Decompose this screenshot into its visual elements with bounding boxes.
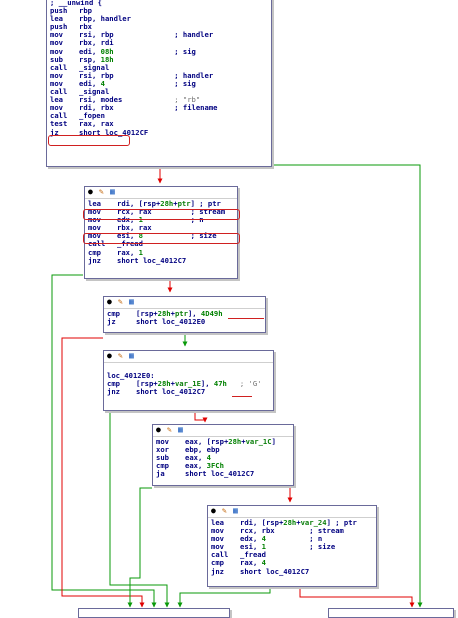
block1-listing: ; __unwind {push rbp lea rbp, handler push rb… [47,0,271,138]
code-block-8-partial[interactable] [328,608,454,618]
operands: short loc_4012E0 [136,317,206,327]
mnemonic: jnz [88,255,101,265]
block3-line[interactable]: jz short loc_4012E0 [107,317,262,327]
graph-node-group-icon[interactable]: ▦ [129,298,137,306]
code-block-1[interactable]: ; __unwind {push rbp lea rbp, handler push rb… [46,0,272,167]
edge-block6-true [177,588,271,608]
graph-node-color-icon[interactable]: ● [211,507,219,515]
mov-esi-highlight [83,233,240,244]
call-fopen-highlight [48,135,130,146]
value-4d49h-underline [228,318,264,319]
block5-line[interactable]: xor ebp, ebp [156,445,290,454]
comment: ; filename [113,103,218,113]
edge-block5-exit [127,487,152,608]
block6-line[interactable]: call _fread [211,551,373,559]
graph-node-color-icon[interactable]: ● [156,426,164,434]
code-block-4[interactable]: ● ✎ ▦ loc_4012E0: cmp [rsp+28h+var_1E], 47… [103,350,274,411]
comment: ; sig [113,46,196,56]
block4-listing: loc_4012E0: cmp [rsp+28h+var_1E], 47h ; 'G… [104,363,273,397]
code-block-6[interactable]: ● ✎ ▦ lea rdi, [rsp+28h+var_24] ; ptr mov r… [207,505,377,587]
code-block-3[interactable]: ● ✎ ▦ cmp [rsp+28h+ptr], 4D49h jz short loc… [103,296,266,333]
mnemonic: ja [156,469,165,479]
block5-listing: mov eax, [rsp+28h+var_1C] xor ebp, ebp sub ea… [153,437,293,479]
mnemonic: jnz [211,566,224,576]
mov-rcx-highlight [83,209,240,220]
operands: short loc_4012C7 [136,387,206,397]
value-47h-underline [232,396,252,397]
block5-line[interactable]: mov eax, [rsp+28h+var_1C] [156,437,290,446]
block4-header: ● ✎ ▦ [104,351,273,363]
block5-line[interactable]: ja short loc_4012C7 [156,470,290,478]
graph-node-color-icon[interactable]: ● [107,298,115,306]
operands: short loc_4012C7 [240,566,310,576]
operands: short loc_4012C7 [117,255,187,265]
graph-node-rename-icon[interactable]: ✎ [118,298,126,306]
block2-line[interactable]: jnz short loc_4012C7 [88,255,234,265]
block6-line[interactable]: jnz short loc_4012C7 [211,566,373,576]
edge-block4-block5 [194,410,208,423]
comment: ; sig [104,78,196,88]
graph-node-group-icon[interactable]: ▦ [129,352,137,360]
code-block-7-partial[interactable] [78,608,230,618]
graph-node-group-icon[interactable]: ▦ [233,507,241,515]
block6-listing: lea rdi, [rsp+28h+var_24] ; ptr mov rcx, rb… [208,518,376,577]
block3-header: ● ✎ ▦ [104,297,265,309]
mnemonic: jz [107,317,116,327]
graph-node-group-icon[interactable]: ▦ [110,188,118,196]
graph-node-rename-icon[interactable]: ✎ [222,507,230,515]
block6-header: ● ✎ ▦ [208,506,376,518]
comment: ; 'G' [226,379,262,389]
block5-header: ● ✎ ▦ [153,425,293,437]
edge-block6-false [299,588,415,608]
block6-line[interactable]: mov esi, 1 ; size [211,543,373,551]
graph-node-group-icon[interactable]: ▦ [178,426,186,434]
graph-node-rename-icon[interactable]: ✎ [99,188,107,196]
comment: ; handler [113,30,214,40]
block2-header: ● ✎ ▦ [85,187,237,199]
graph-node-rename-icon[interactable]: ✎ [167,426,175,434]
mnemonic: jnz [107,387,120,397]
operands: short loc_4012C7 [185,469,255,479]
graph-node-color-icon[interactable]: ● [88,188,96,196]
graph-node-color-icon[interactable]: ● [107,352,115,360]
graph-node-rename-icon[interactable]: ✎ [118,352,126,360]
code-block-2[interactable]: ● ✎ ▦ lea rdi, [rsp+28h+ptr] ; ptr mov rcx,… [83,186,240,279]
code-block-5[interactable]: ● ✎ ▦ mov eax, [rsp+28h+var_1C] xor ebp, eb… [152,424,294,486]
comment: ; size [265,542,336,552]
